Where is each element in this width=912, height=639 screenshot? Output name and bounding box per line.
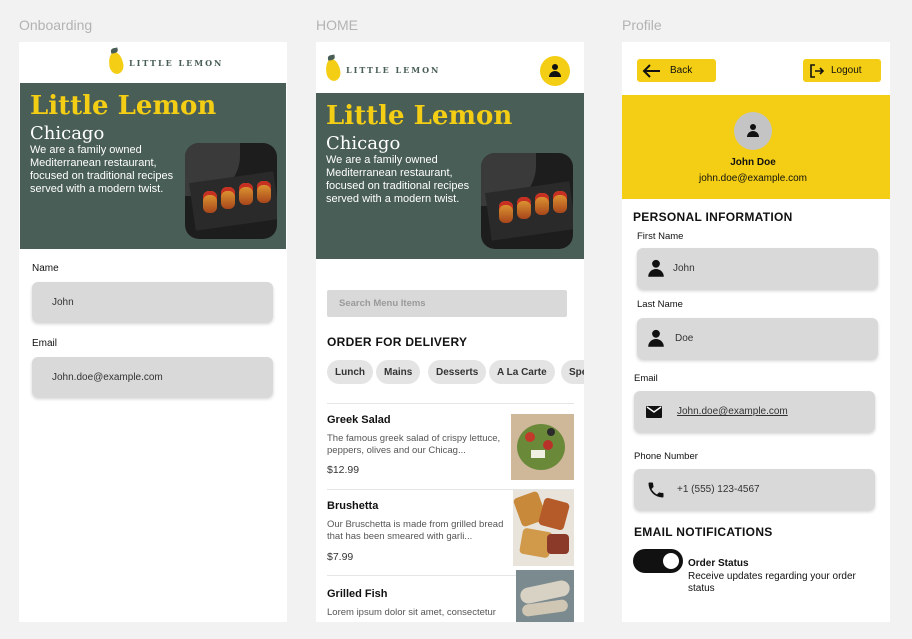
first-name-field[interactable]: John	[637, 248, 878, 289]
email-field[interactable]: John.doe@example.com	[32, 357, 273, 397]
bruschetta-image	[513, 490, 574, 566]
order-status-toggle[interactable]	[633, 549, 683, 573]
hero-title: Little Lemon	[30, 91, 217, 121]
hero-city: Chicago	[30, 123, 105, 144]
search-placeholder: Search Menu Items	[339, 298, 426, 309]
little-lemon-logo: LITTLE LEMON	[107, 50, 224, 76]
hero-description: We are a family owned Mediterranean rest…	[30, 144, 174, 195]
menu-item-name: Greek Salad	[327, 414, 391, 426]
search-input[interactable]: Search Menu Items	[327, 290, 567, 317]
menu-item-price: $7.99	[327, 551, 354, 563]
person-icon	[548, 64, 562, 78]
menu-item-description: Lorem ipsum dolor sit amet, consectetur …	[327, 607, 496, 620]
email-label: Email	[634, 373, 658, 384]
user-avatar	[734, 112, 772, 150]
toggle-knob	[663, 553, 679, 569]
last-name-label: Last Name	[637, 299, 683, 310]
logout-icon	[810, 63, 825, 78]
email-value: John.doe@example.com	[52, 371, 163, 383]
profile-header: John Doe john.doe@example.com	[622, 95, 890, 199]
hero-image	[481, 153, 573, 249]
category-chip-lunch[interactable]: Lunch	[327, 360, 373, 384]
little-lemon-logo: LITTLE LEMON	[324, 57, 441, 83]
logout-label: Logout	[831, 65, 862, 76]
menu-item[interactable]: Grilled Fish Lorem ipsum dolor sit amet,…	[316, 570, 584, 622]
profile-avatar-button[interactable]	[540, 56, 570, 86]
name-value: John	[52, 296, 74, 308]
user-name: John Doe	[730, 157, 776, 168]
mail-icon	[646, 405, 662, 418]
hero-banner: Little Lemon Chicago We are a family own…	[20, 83, 286, 249]
onboarding-frame-label: Onboarding	[19, 17, 93, 33]
menu-item-description: The famous greek salad of crispy lettuce…	[327, 433, 501, 456]
menu-item-name: Brushetta	[327, 500, 379, 512]
name-label: Name	[32, 263, 59, 274]
category-chip-a-la-carte[interactable]: A La Carte	[489, 360, 555, 384]
profile-screen: Back Logout John Doe john.doe@example.co…	[622, 42, 890, 622]
last-name-field[interactable]: Doe	[637, 318, 878, 359]
category-chip-desserts[interactable]: Desserts	[428, 360, 487, 384]
email-notifications-title: EMAIL NOTIFICATIONS	[634, 525, 773, 539]
profile-frame-label: Profile	[622, 17, 662, 33]
category-chip-mains[interactable]: Mains	[376, 360, 421, 384]
menu-item[interactable]: Brushetta Our Bruschetta is made from gr…	[316, 490, 584, 576]
first-name-value: John	[673, 263, 695, 274]
home-frame-label: HOME	[316, 17, 358, 33]
phone-number-label: Phone Number	[634, 451, 698, 462]
phone-number-field[interactable]: +1 (555) 123-4567	[634, 469, 875, 510]
logo-text: LITTLE LEMON	[346, 65, 441, 75]
hero-title: Little Lemon	[326, 101, 513, 131]
person-icon	[746, 124, 760, 138]
logout-button[interactable]: Logout	[803, 59, 881, 82]
menu-item-price: $12.99	[327, 464, 360, 476]
phone-icon	[648, 482, 664, 497]
home-screen: LITTLE LEMON Little Lemon Chicago We are…	[316, 42, 584, 622]
user-email: john.doe@example.com	[699, 173, 807, 184]
last-name-value: Doe	[675, 333, 694, 344]
onboarding-screen: LITTLE LEMON Little Lemon Chicago We are…	[19, 42, 287, 622]
person-icon	[647, 329, 665, 347]
lemon-icon	[324, 57, 342, 83]
email-value: John.doe@example.com	[677, 406, 788, 417]
greek-salad-image	[511, 414, 574, 480]
personal-information-title: PERSONAL INFORMATION	[633, 210, 793, 224]
person-icon	[647, 259, 665, 277]
hero-description: We are a family owned Mediterranean rest…	[326, 154, 470, 205]
back-button[interactable]: Back	[637, 59, 716, 82]
email-label: Email	[32, 338, 58, 349]
hero-image	[185, 143, 277, 239]
hero-banner: Little Lemon Chicago We are a family own…	[316, 93, 584, 259]
menu-item[interactable]: Greek Salad The famous greek salad of cr…	[316, 404, 584, 490]
menu-item-description: Our Bruschetta is made from grilled brea…	[327, 519, 504, 542]
phone-number-value: +1 (555) 123-4567	[677, 484, 760, 495]
back-label: Back	[670, 65, 693, 76]
first-name-label: First Name	[637, 231, 684, 242]
category-chip-specials[interactable]: Spe	[561, 360, 584, 384]
logo-text: LITTLE LEMON	[129, 58, 224, 68]
order-status-title: Order Status	[688, 558, 749, 569]
lemon-icon	[107, 50, 125, 76]
grilled-fish-image	[516, 570, 574, 622]
arrow-left-icon	[642, 63, 660, 78]
hero-city: Chicago	[326, 133, 401, 154]
order-status-description: Receive updates regarding your order sta…	[688, 571, 856, 594]
order-for-delivery-title: ORDER FOR DELIVERY	[327, 335, 468, 349]
menu-item-name: Grilled Fish	[327, 588, 388, 600]
email-field[interactable]: John.doe@example.com	[634, 391, 875, 432]
name-field[interactable]: John	[32, 282, 273, 322]
